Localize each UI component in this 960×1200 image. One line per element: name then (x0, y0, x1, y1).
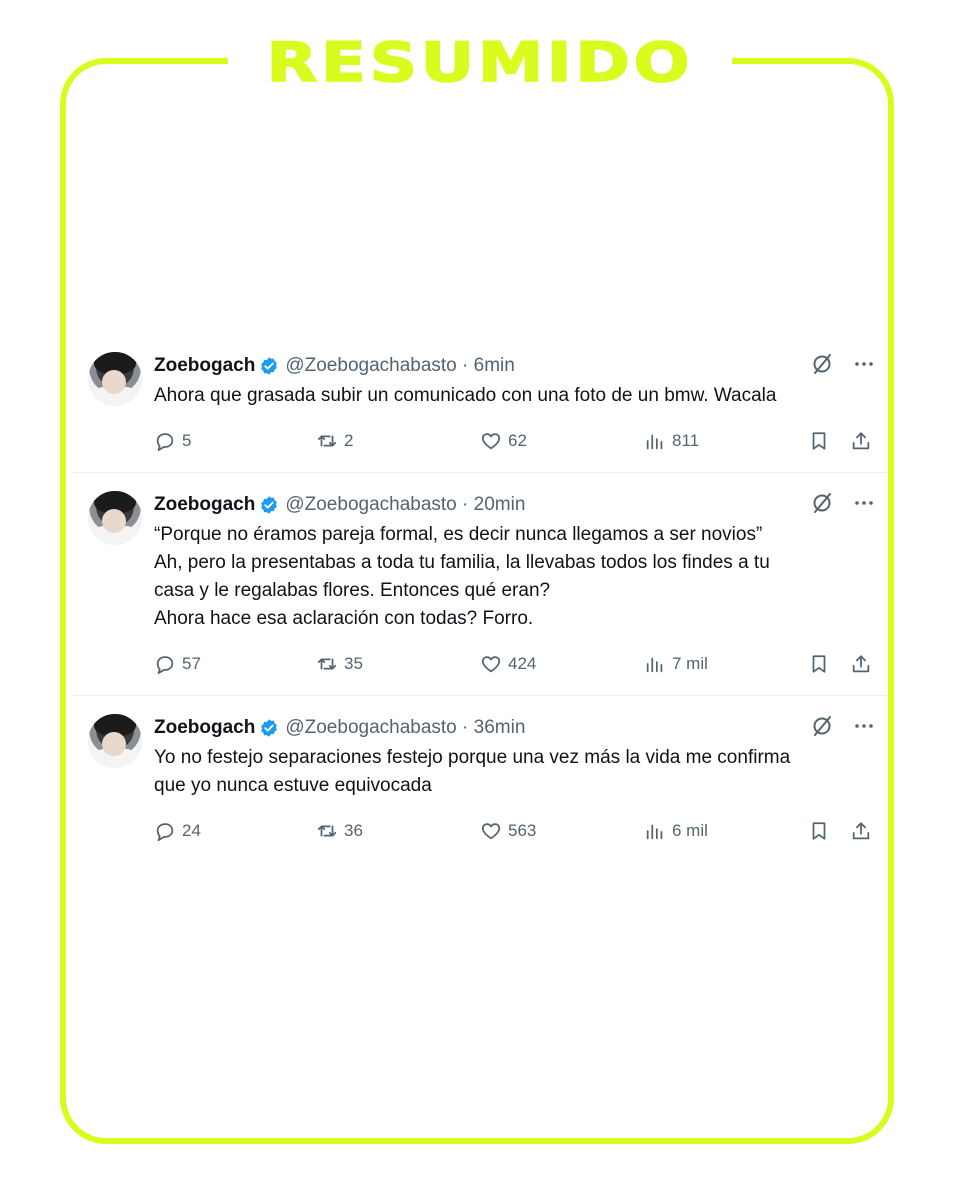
handle[interactable]: @Zoebogachabasto (285, 494, 456, 516)
tweet[interactable]: Zoebogach @Zoebogachabasto · 6min Ahora … (70, 352, 888, 462)
heart-icon (481, 656, 501, 673)
views-button[interactable]: 6 mil (644, 820, 708, 842)
retweet-count: 36 (344, 821, 363, 840)
reply-count: 24 (182, 821, 201, 840)
heart-icon (481, 823, 501, 840)
grok-icon[interactable] (810, 491, 834, 515)
verified-badge-icon (261, 719, 278, 737)
like-count: 62 (508, 431, 527, 450)
share-button[interactable] (850, 653, 872, 675)
heart-icon (481, 433, 501, 450)
reply-icon (156, 433, 174, 452)
verified-badge-icon (261, 357, 278, 375)
tweet-text-line: casa y le regalabas flores. Entonces qué… (154, 580, 551, 601)
share-icon (852, 432, 870, 450)
share-icon (852, 822, 870, 840)
more-icon[interactable] (852, 491, 876, 515)
retweet-icon (317, 435, 337, 447)
avatar[interactable] (88, 352, 142, 406)
reply-count: 5 (182, 431, 192, 450)
timestamp[interactable]: 6min (474, 355, 515, 377)
reply-button[interactable]: 5 (154, 430, 191, 452)
tweet[interactable]: Zoebogach @Zoebogachabasto · 36min Yo no… (70, 714, 888, 848)
retweet-count: 2 (344, 431, 354, 450)
action-bar: 5 2 62 811 (154, 430, 874, 454)
share-icon (852, 655, 870, 673)
tweet-text-line: Ahora que grasada subir un comunicado co… (154, 385, 777, 406)
separator-dot: · (456, 355, 474, 376)
views-icon (646, 434, 663, 450)
grok-icon[interactable] (810, 714, 834, 738)
verified-badge-icon (261, 496, 278, 514)
retweet-icon (317, 825, 337, 837)
like-count: 563 (508, 821, 537, 840)
brand-title: RESUMIDO (266, 30, 694, 95)
retweet-count: 35 (344, 654, 363, 673)
retweet-button[interactable]: 35 (316, 653, 363, 675)
tweet-header: Zoebogach @Zoebogachabasto · 36min (154, 716, 525, 740)
tweet-text-line: “Porque no éramos pareja formal, es deci… (154, 524, 763, 545)
bookmark-icon (812, 655, 826, 673)
action-bar: 57 35 424 7 mil (154, 653, 874, 677)
bookmark-button[interactable] (808, 820, 830, 842)
separator-dot: · (456, 717, 474, 738)
bookmark-icon (812, 432, 826, 450)
views-count: 6 mil (672, 821, 708, 840)
handle[interactable]: @Zoebogachabasto (285, 355, 456, 377)
avatar[interactable] (88, 491, 142, 545)
timestamp[interactable]: 20min (474, 494, 526, 516)
tweet-text: Yo no festejo separaciones festejo porqu… (154, 744, 790, 800)
avatar[interactable] (88, 714, 142, 768)
reply-button[interactable]: 24 (154, 820, 201, 842)
tweet-text-line: que yo nunca estuve equivocada (154, 775, 432, 796)
views-button[interactable]: 811 (644, 430, 699, 452)
separator-dot: · (456, 494, 474, 515)
divider (70, 472, 888, 473)
tweet-text: “Porque no éramos pareja formal, es deci… (154, 521, 770, 633)
like-button[interactable]: 424 (480, 653, 536, 675)
reply-button[interactable]: 57 (154, 653, 201, 675)
reply-icon (156, 656, 174, 675)
bookmark-button[interactable] (808, 653, 830, 675)
grok-icon[interactable] (810, 352, 834, 376)
more-icon[interactable] (852, 352, 876, 376)
timestamp[interactable]: 36min (474, 717, 526, 739)
tweet-text-line: Ahora hace esa aclaración con todas? For… (154, 608, 534, 629)
views-button[interactable]: 7 mil (644, 653, 708, 675)
bookmark-icon (812, 822, 826, 840)
tweet-header: Zoebogach @Zoebogachabasto · 20min (154, 493, 525, 517)
share-button[interactable] (850, 430, 872, 452)
tweet-text: Ahora que grasada subir un comunicado co… (154, 382, 776, 410)
tweet-header: Zoebogach @Zoebogachabasto · 6min (154, 354, 515, 378)
divider (70, 695, 888, 696)
like-count: 424 (508, 654, 537, 673)
handle[interactable]: @Zoebogachabasto (285, 717, 456, 739)
views-icon (646, 824, 663, 840)
action-bar: 24 36 563 6 mil (154, 820, 874, 844)
like-button[interactable]: 563 (480, 820, 536, 842)
like-button[interactable]: 62 (480, 430, 527, 452)
share-button[interactable] (850, 820, 872, 842)
reply-count: 57 (182, 654, 201, 673)
tweet-text-line: Yo no festejo separaciones festejo porqu… (154, 747, 791, 768)
display-name[interactable]: Zoebogach (154, 717, 255, 739)
views-icon (646, 657, 663, 673)
tweet-text-line: Ah, pero la presentabas a toda tu famili… (154, 552, 770, 573)
retweet-button[interactable]: 2 (316, 430, 353, 452)
views-count: 7 mil (672, 654, 708, 673)
bookmark-button[interactable] (808, 430, 830, 452)
more-icon[interactable] (852, 714, 876, 738)
tweet[interactable]: Zoebogach @Zoebogachabasto · 20min “Porq… (70, 491, 888, 681)
reply-icon (156, 823, 174, 842)
views-count: 811 (672, 431, 700, 450)
retweet-button[interactable]: 36 (316, 820, 363, 842)
brand-header: RESUMIDO (228, 30, 732, 94)
display-name[interactable]: Zoebogach (154, 494, 255, 516)
retweet-icon (317, 658, 337, 670)
display-name[interactable]: Zoebogach (154, 355, 255, 377)
